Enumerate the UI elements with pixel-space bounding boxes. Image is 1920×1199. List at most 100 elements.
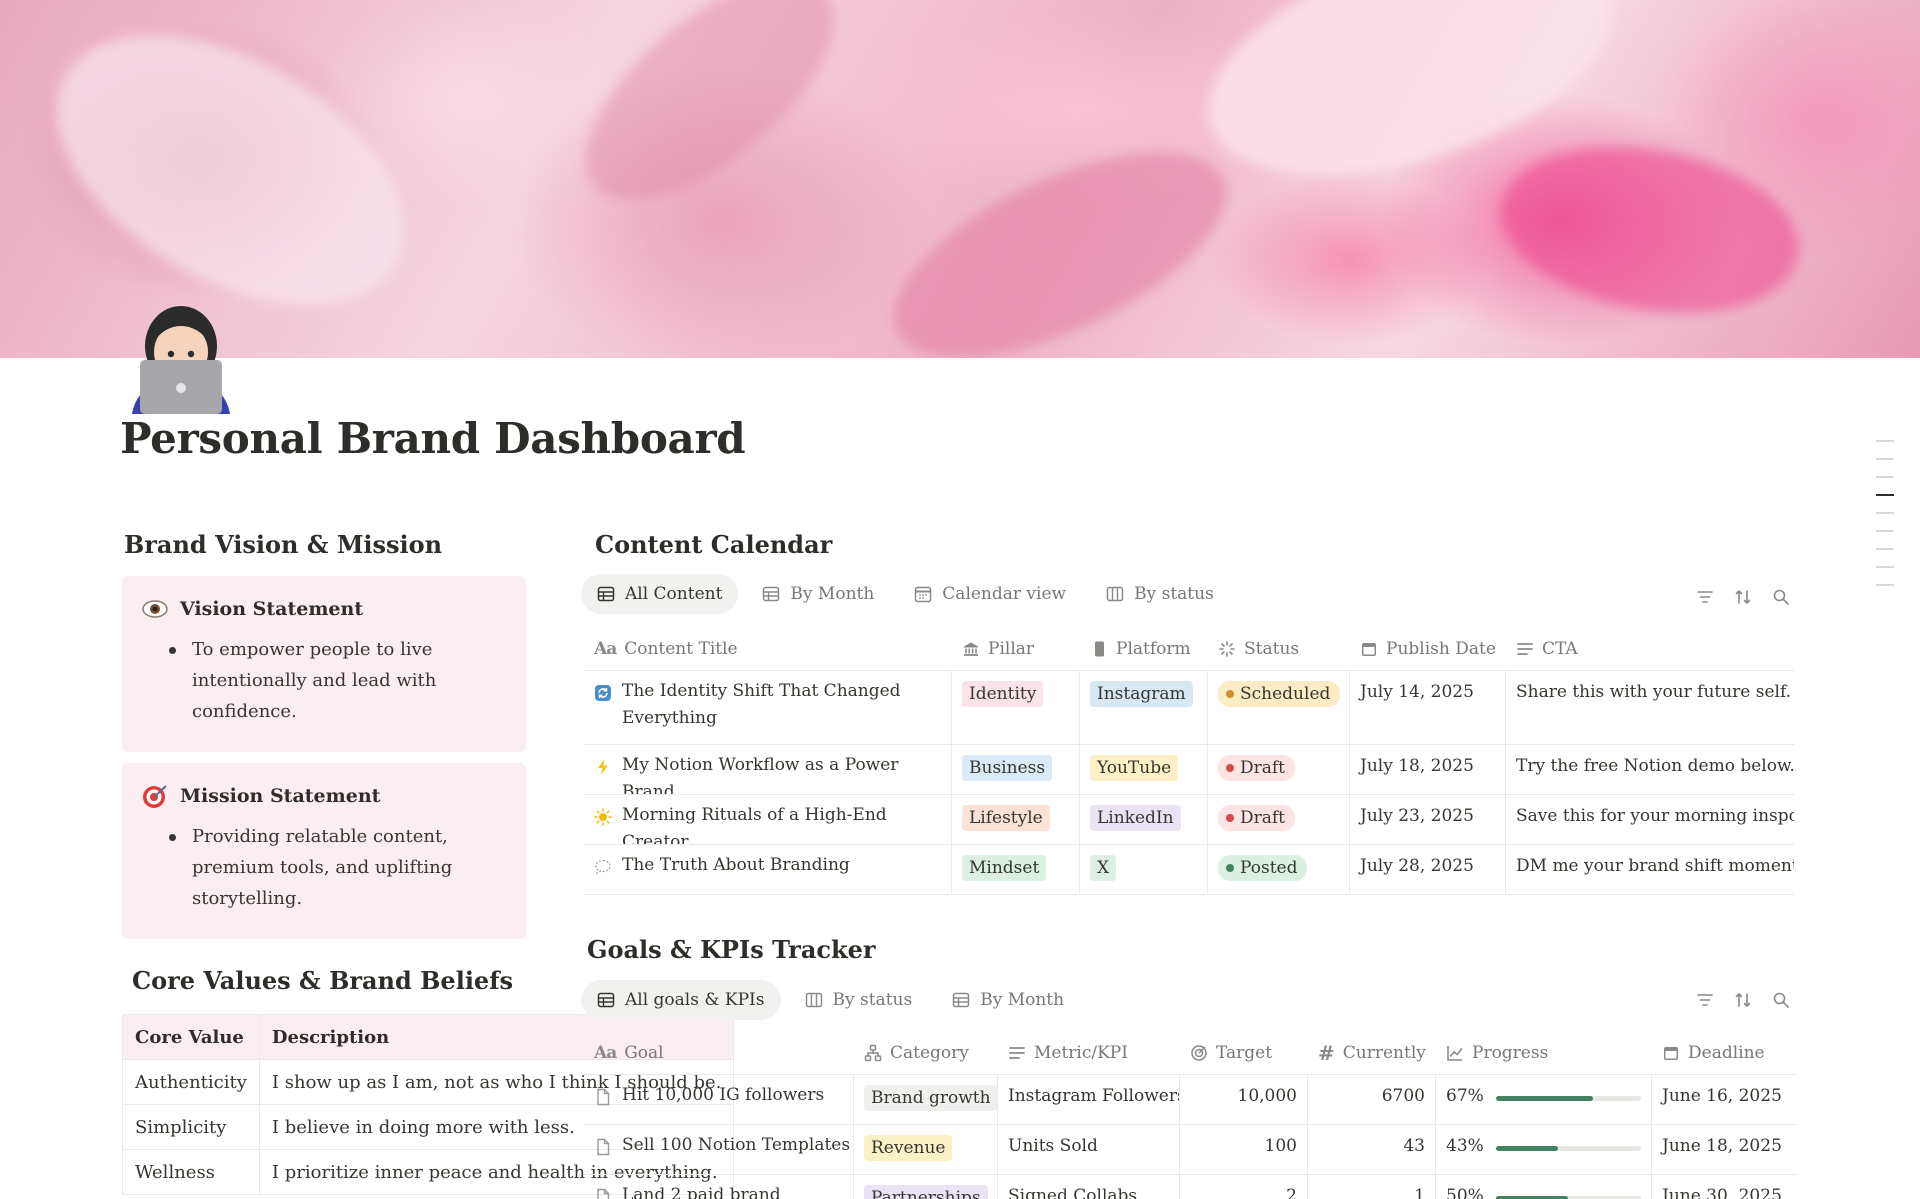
core-value-cell[interactable]: Simplicity xyxy=(122,1104,260,1150)
tab-all-content[interactable]: All Content xyxy=(581,574,739,614)
category-tag: Revenue xyxy=(864,1135,953,1161)
table-row[interactable]: The Truth About Branding Mindset X Posted Ju… xyxy=(584,845,1794,895)
sort-icon[interactable] xyxy=(1734,991,1752,1009)
filter-icon[interactable] xyxy=(1696,588,1714,606)
category-cell[interactable]: Partnerships xyxy=(854,1175,998,1199)
content-title-cell[interactable]: The Truth About Branding xyxy=(584,845,952,894)
tab-by-status[interactable]: By status xyxy=(1090,574,1230,614)
publish-date-cell[interactable]: July 23, 2025 xyxy=(1350,795,1506,844)
metric-cell[interactable]: Units Sold xyxy=(998,1125,1180,1174)
publish-date-cell[interactable]: July 18, 2025 xyxy=(1350,745,1506,794)
deadline-cell[interactable]: June 16, 2025 xyxy=(1652,1075,1798,1124)
table-row[interactable]: Hit 10,000 IG followers Brand growth Insta… xyxy=(584,1075,1798,1125)
column-header-platform[interactable]: Platform xyxy=(1080,627,1208,671)
current-cell[interactable]: 6700 xyxy=(1308,1075,1436,1124)
tab-calendar-view[interactable]: Calendar view xyxy=(898,574,1082,614)
category-cell[interactable]: Revenue xyxy=(854,1125,998,1174)
deadline-cell[interactable]: June 18, 2025 xyxy=(1652,1125,1798,1174)
column-header-progress[interactable]: Progress xyxy=(1436,1031,1652,1075)
category-cell[interactable]: Brand growth xyxy=(854,1075,998,1124)
cta-cell[interactable]: Share this with your future self. xyxy=(1506,671,1794,744)
search-icon[interactable] xyxy=(1772,588,1790,606)
content-title-cell[interactable]: Morning Rituals of a High-End Creator xyxy=(584,795,952,844)
pillar-cell[interactable]: Lifestyle xyxy=(952,795,1080,844)
status-badge: Posted xyxy=(1218,855,1308,881)
progress-label: 67% xyxy=(1446,1086,1484,1106)
table-row[interactable]: My Notion Workflow as a Power Brand Busin… xyxy=(584,745,1794,795)
tab-by-month[interactable]: By Month xyxy=(936,980,1080,1020)
pillar-cell[interactable]: Mindset xyxy=(952,845,1080,894)
pillar-cell[interactable]: Identity xyxy=(952,671,1080,744)
target-cell[interactable]: 10,000 xyxy=(1180,1075,1308,1124)
column-header-currently[interactable]: # Currently xyxy=(1308,1031,1436,1075)
publish-date-cell[interactable]: July 14, 2025 xyxy=(1350,671,1506,744)
target-cell[interactable]: 100 xyxy=(1180,1125,1308,1174)
column-header-category[interactable]: Category xyxy=(854,1031,998,1075)
status-cell[interactable]: Draft xyxy=(1208,795,1350,844)
current-value: 43 xyxy=(1403,1136,1425,1156)
target-cell[interactable]: 2 xyxy=(1180,1175,1308,1199)
column-header-target[interactable]: Target xyxy=(1180,1031,1308,1075)
column-header[interactable]: Core Value xyxy=(122,1014,260,1060)
platform-cell[interactable]: YouTube xyxy=(1080,745,1208,794)
tab-all-goals-kpis[interactable]: All goals & KPIs xyxy=(581,980,781,1020)
goal-cell[interactable]: Land 2 paid brand xyxy=(584,1175,854,1199)
content-title: The Truth About Branding xyxy=(622,855,850,875)
lightning-icon xyxy=(594,758,612,776)
table-row[interactable]: Land 2 paid brand Partnerships Signed Coll… xyxy=(584,1175,1798,1199)
table-row[interactable]: Sell 100 Notion Templates Revenue Units So… xyxy=(584,1125,1798,1175)
table-of-contents-rail[interactable] xyxy=(1876,440,1894,602)
column-header-metric[interactable]: Metric/KPI xyxy=(998,1031,1180,1075)
platform-tag: LinkedIn xyxy=(1090,805,1181,831)
refresh-icon xyxy=(594,684,612,702)
target-value: 10,000 xyxy=(1237,1086,1297,1106)
column-header-deadline[interactable]: Deadline xyxy=(1652,1031,1798,1075)
column-header-content-title[interactable]: Aa Content Title xyxy=(584,627,952,671)
platform-cell[interactable]: X xyxy=(1080,845,1208,894)
table-row[interactable]: Morning Rituals of a High-End Creator Lif… xyxy=(584,795,1794,845)
cta-cell[interactable]: Try the free Notion demo below. xyxy=(1506,745,1794,794)
goal-cell[interactable]: Hit 10,000 IG followers xyxy=(584,1075,854,1124)
cta-cell[interactable]: Save this for your morning inspo. xyxy=(1506,795,1794,844)
platform-cell[interactable]: Instagram xyxy=(1080,671,1208,744)
content-calendar-table: Aa Content Title Pillar Platform Status P… xyxy=(584,627,1794,895)
cta-cell[interactable]: DM me your brand shift moment. xyxy=(1506,845,1794,894)
content-title-cell[interactable]: My Notion Workflow as a Power Brand xyxy=(584,745,952,794)
column-header-status[interactable]: Status xyxy=(1208,627,1350,671)
content-title-cell[interactable]: The Identity Shift That Changed Everythi… xyxy=(584,671,952,744)
board-view-icon xyxy=(1106,586,1124,602)
status-cell[interactable]: Posted xyxy=(1208,845,1350,894)
progress-cell[interactable]: 43% xyxy=(1436,1125,1652,1174)
column-header-cta[interactable]: CTA xyxy=(1506,627,1794,671)
platform-cell[interactable]: LinkedIn xyxy=(1080,795,1208,844)
status-cell[interactable]: Draft xyxy=(1208,745,1350,794)
goal-cell[interactable]: Sell 100 Notion Templates xyxy=(584,1125,854,1174)
column-header-publish-date[interactable]: Publish Date xyxy=(1350,627,1506,671)
core-value-cell[interactable]: Wellness xyxy=(122,1149,260,1195)
current-cell[interactable]: 43 xyxy=(1308,1125,1436,1174)
speech-bubble-icon xyxy=(594,858,612,876)
metric-text: Instagram Followers xyxy=(1008,1086,1180,1106)
table-row[interactable]: The Identity Shift That Changed Everythi… xyxy=(584,671,1794,745)
filter-icon[interactable] xyxy=(1696,991,1714,1009)
column-header-goal[interactable]: Aa Goal xyxy=(584,1031,854,1075)
publish-date-cell[interactable]: July 28, 2025 xyxy=(1350,845,1506,894)
metric-cell[interactable]: Signed Collabs xyxy=(998,1175,1180,1199)
core-value-cell[interactable]: Authenticity xyxy=(122,1059,260,1105)
progress-cell[interactable]: 67% xyxy=(1436,1075,1652,1124)
metric-cell[interactable]: Instagram Followers xyxy=(998,1075,1180,1124)
tab-by-month[interactable]: By Month xyxy=(746,574,890,614)
column-header-pillar[interactable]: Pillar xyxy=(952,627,1080,671)
page-icon-woman-technologist[interactable] xyxy=(128,300,234,414)
search-icon[interactable] xyxy=(1772,991,1790,1009)
status-cell[interactable]: Scheduled xyxy=(1208,671,1350,744)
deadline-cell[interactable]: June 30, 2025 xyxy=(1652,1175,1798,1199)
progress-cell[interactable]: 50% xyxy=(1436,1175,1652,1199)
pillar-cell[interactable]: Business xyxy=(952,745,1080,794)
platform-tag: X xyxy=(1090,855,1117,881)
tab-by-status[interactable]: By status xyxy=(789,980,929,1020)
metric-text: Units Sold xyxy=(1008,1136,1098,1156)
status-label: Scheduled xyxy=(1240,684,1331,704)
current-cell[interactable]: 1 xyxy=(1308,1175,1436,1199)
sort-icon[interactable] xyxy=(1734,588,1752,606)
